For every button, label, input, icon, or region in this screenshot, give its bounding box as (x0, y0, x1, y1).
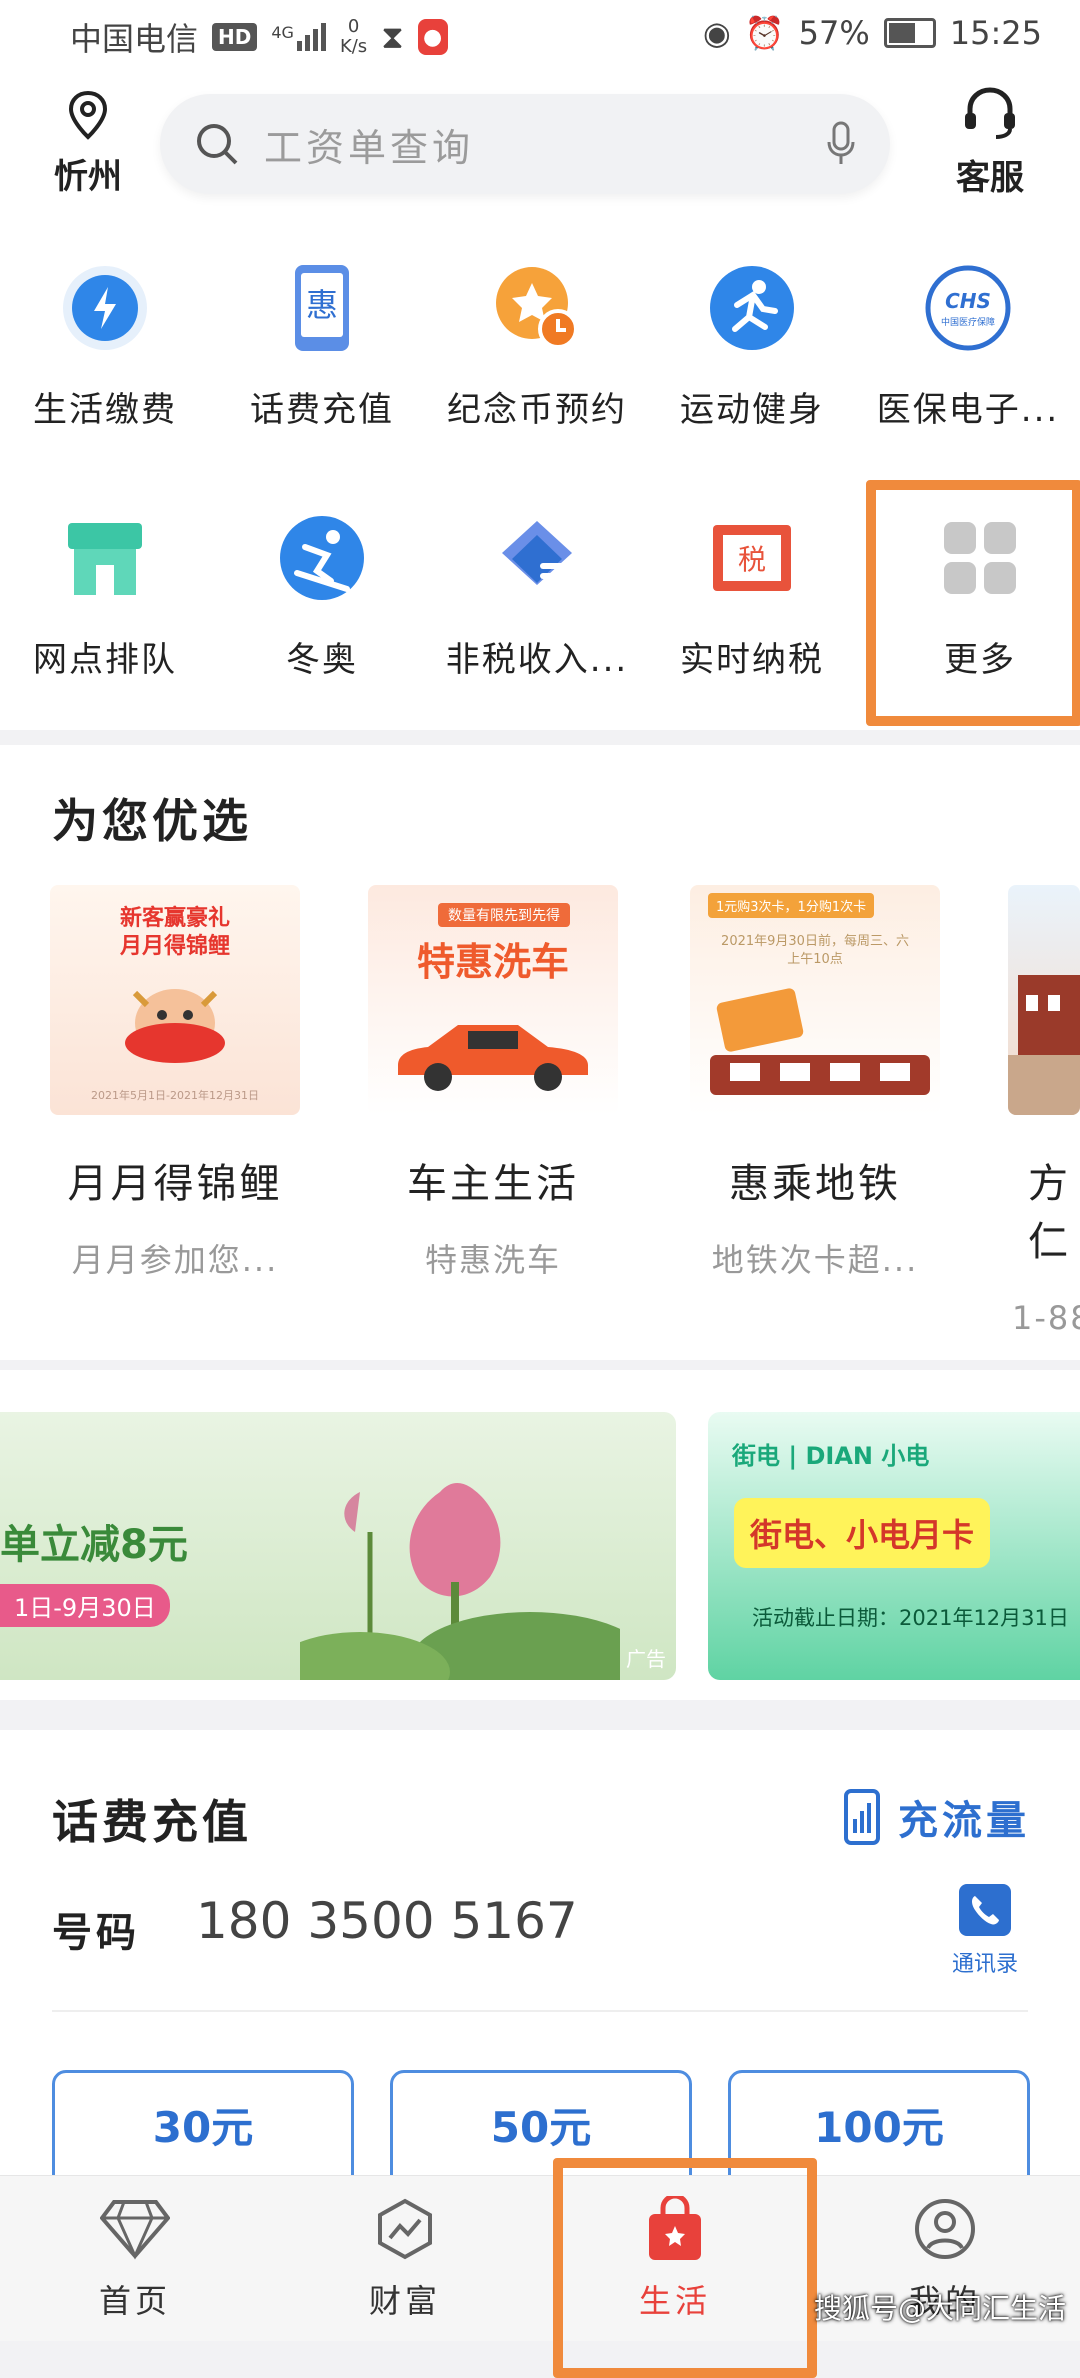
carrier: 中国电信 (70, 20, 199, 58)
chart-icon (378, 2198, 432, 2260)
svg-text:中国医疗保障: 中国医疗保障 (941, 316, 995, 328)
headset-icon (965, 87, 1015, 139)
bottom-tab-bar: 首页 财富 生活 我的 搜狐号@大同汇生活 (0, 2158, 1080, 2378)
cartoon-ox-icon (125, 989, 225, 1063)
chs-icon: CHS 中国医疗保障 (920, 260, 1016, 356)
recommendations-section: 为您优选 新客赢豪礼 月月得锦鲤 2021年5月1日-2021年12月31日 月… (0, 745, 1080, 1360)
star-clock-icon (489, 260, 585, 356)
service-item-phone-recharge[interactable]: 惠 话费充值 (222, 260, 422, 431)
banner-right-main: 街电、小电月卡 (734, 1498, 991, 1568)
banner-right-date: 活动截止日期：2021年12月31日 (752, 1606, 1069, 1630)
service-item-winter-olympics[interactable]: 冬奥 (222, 510, 422, 681)
banner-power-bank[interactable]: 街电 | DIAN 小电 街电、小电月卡 活动截止日期：2021年12月31日 (708, 1412, 1080, 1680)
phone-book-icon (959, 1884, 1011, 1936)
service-item-coin-reservation[interactable]: 纪念币预约 (437, 260, 637, 431)
svg-text:惠: 惠 (306, 286, 338, 324)
section-title: 为您优选 (52, 794, 252, 848)
recharge-section: 话费充值 充流量 号码 180 3500 5167 通讯录 30元 50元 10… (0, 1730, 1080, 2226)
service-item-fitness[interactable]: 运动健身 (652, 260, 852, 431)
metro-train-icon (710, 988, 930, 1095)
data-recharge-link[interactable]: 充流量 (844, 1788, 1030, 1846)
alarm-icon: ⏰ (744, 14, 785, 52)
phone-chart-icon (844, 1789, 880, 1845)
building-icon (1008, 975, 1080, 1115)
contacts-button[interactable]: 通讯录 (940, 1880, 1030, 1978)
battery-percent: 57% (798, 14, 870, 52)
highlight-box-life (553, 2158, 817, 2378)
runner-icon (704, 260, 800, 356)
rec-card-image: 1元购3次卡，1分购1次卡 2021年9月30日前，每周三、六上午10点 (690, 885, 940, 1115)
top-header: 忻州 工资单查询 客服 (0, 80, 1080, 230)
svg-text:CHS: CHS (945, 289, 991, 313)
svg-text:税: 税 (738, 543, 766, 576)
car-icon (398, 1025, 588, 1091)
banner-carousel: 单立减8元 1日-9月30日 广告 街电 | DIAN 小电 街电、小电月卡 活… (0, 1370, 1080, 1700)
signal-icon: 4G (271, 23, 326, 51)
status-right: ◉ ⏰ 57% 15:25 (703, 14, 1042, 52)
skier-icon (274, 510, 370, 606)
rec-card-koi[interactable]: 新客赢豪礼 月月得锦鲤 2021年5月1日-2021年12月31日 月月得锦鲤 … (50, 885, 300, 1281)
search-placeholder: 工资单查询 (264, 125, 475, 170)
net-speed: 0 K/s (339, 16, 368, 57)
microphone-icon[interactable] (826, 120, 856, 168)
divider (52, 2010, 1028, 2012)
banner-left-date: 1日-9月30日 (0, 1584, 170, 1627)
banner-lotus[interactable]: 单立减8元 1日-9月30日 广告 (0, 1412, 676, 1680)
tab-home[interactable]: 首页 (35, 2194, 235, 2322)
tax-icon: 税 (704, 510, 800, 606)
service-item-medical-insurance[interactable]: CHS 中国医疗保障 医保电子... (868, 260, 1068, 431)
location-button[interactable]: 忻州 (48, 90, 128, 198)
customer-service-button[interactable]: 客服 (940, 85, 1040, 199)
status-left: 中国电信 HD 4G 0 K/s ⧗ ● (70, 14, 448, 60)
status-bar: 中国电信 HD 4G 0 K/s ⧗ ● ◉ ⏰ 57% 15:25 (0, 0, 1080, 80)
rec-card-image: 数量有限先到先得 特惠洗车 (368, 885, 618, 1115)
location-pin-icon (68, 90, 108, 140)
recording-icon: ● (417, 19, 448, 55)
rec-card-car-wash[interactable]: 数量有限先到先得 特惠洗车 车主生活 特惠洗车 (368, 885, 618, 1281)
layers-icon (489, 510, 585, 606)
store-icon (57, 510, 153, 606)
lotus-icon (300, 1482, 620, 1680)
highlight-box-more (866, 480, 1080, 726)
search-icon (197, 124, 238, 165)
watermark: 搜狐号@大同汇生活 (813, 2292, 1066, 2325)
diamond-icon (100, 2200, 170, 2260)
eye-icon: ◉ (702, 14, 731, 52)
clock-time: 15:25 (949, 14, 1042, 52)
service-item-branch-queue[interactable]: 网点排队 (5, 510, 205, 681)
phone-hui-icon: 惠 (274, 260, 370, 356)
search-bar[interactable]: 工资单查询 (160, 94, 890, 194)
service-item-life-payment[interactable]: 生活缴费 (5, 260, 205, 431)
tab-wealth[interactable]: 财富 (305, 2194, 505, 2322)
service-item-non-tax-income[interactable]: 非税收入... (437, 510, 637, 681)
hourglass-icon: ⧗ (381, 17, 404, 56)
rec-card-partial[interactable]: 方仁 1-88元 (1008, 885, 1080, 1339)
phone-number-field[interactable]: 180 3500 5167 (196, 1892, 578, 1950)
rec-card-metro[interactable]: 1元购3次卡，1分购1次卡 2021年9月30日前，每周三、六上午10点 惠乘地… (690, 885, 940, 1281)
recharge-title: 话费充值 (52, 1795, 252, 1849)
ad-label: 广告 (626, 1647, 666, 1671)
banner-right-brand: 街电 | DIAN 小电 (732, 1442, 930, 1470)
number-label: 号码 (52, 1910, 140, 1956)
customer-service-label: 客服 (956, 158, 1024, 198)
location-label: 忻州 (54, 157, 122, 197)
lightning-icon (57, 260, 153, 356)
service-grid: 生活缴费 惠 话费充值 纪念币预约 运动健身 CHS 中国医疗保障 医保电子...… (0, 230, 1080, 730)
rec-card-image: 新客赢豪礼 月月得锦鲤 2021年5月1日-2021年12月31日 (50, 885, 300, 1115)
user-icon (915, 2199, 975, 2259)
banner-left-main: 单立减8元 (0, 1522, 188, 1568)
service-item-realtime-tax[interactable]: 税 实时纳税 (652, 510, 852, 681)
battery-icon (883, 18, 936, 48)
rec-card-image (1008, 885, 1080, 1115)
hd-badge: HD (212, 23, 258, 51)
